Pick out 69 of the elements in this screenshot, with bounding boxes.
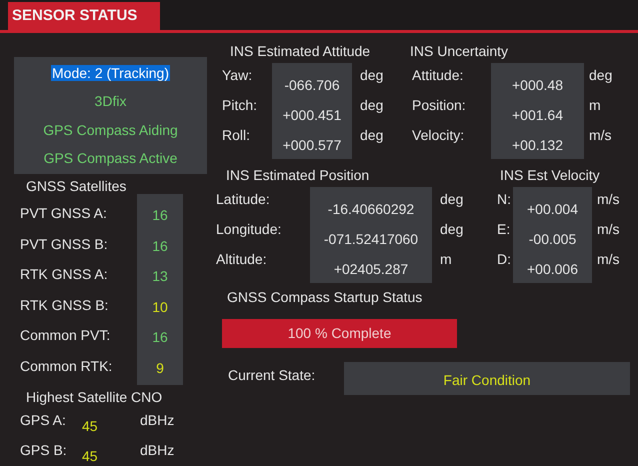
- unit-label: deg: [359, 126, 384, 145]
- field-label: Velocity:: [412, 126, 466, 145]
- section-title: GNSS Compass Startup Status: [226, 289, 424, 305]
- section-title: Highest Satellite CNO: [25, 388, 164, 405]
- field-label: PVT GNSS A:: [20, 204, 108, 223]
- field-label: Pitch:: [222, 96, 258, 115]
- field-label: Common PVT:: [20, 326, 112, 345]
- unit-label: m/s: [596, 220, 620, 239]
- value-text: 16: [151, 328, 169, 347]
- value-text: 13: [151, 267, 169, 286]
- unit-label: deg: [439, 220, 464, 239]
- value-text: -066.706: [283, 76, 341, 95]
- field-label: Latitude:: [216, 190, 271, 209]
- value-text: 45: [82, 447, 99, 465]
- field-label: PVT GNSS B:: [20, 234, 109, 254]
- field-label: D:: [497, 250, 512, 269]
- unit-label: deg: [588, 66, 612, 85]
- unit-label: m/s: [596, 190, 620, 209]
- section-title: INS Estimated Position: [225, 167, 370, 183]
- field-label: RTK GNSS A:: [20, 265, 109, 284]
- progress-status: 100 % Complete: [222, 319, 457, 348]
- status-text: GPS Compass Active: [44, 150, 178, 166]
- value-text: +001.64: [511, 106, 564, 125]
- field-label: Altitude:: [216, 250, 268, 269]
- field-label: Roll:: [222, 126, 252, 145]
- field-label: RTK GNSS B:: [20, 296, 110, 314]
- field-label: Common RTK:: [20, 356, 114, 376]
- value-text: -071.52417060: [322, 230, 420, 249]
- section-title: INS Uncertainty: [409, 43, 510, 59]
- field-label: N:: [497, 190, 512, 209]
- unit-label: m: [588, 96, 602, 115]
- value-text: -00.005: [528, 230, 578, 249]
- value-text: 16: [151, 206, 169, 225]
- unit-label: deg: [359, 66, 384, 85]
- field-label: Yaw:: [222, 66, 254, 85]
- unit-label: m/s: [596, 250, 620, 269]
- value-text: +00.006: [526, 260, 579, 279]
- unit-label: m: [439, 250, 453, 269]
- section-title: GNSS Satellites: [25, 177, 128, 194]
- value-text: 10: [151, 298, 169, 316]
- tab[interactable]: SENSOR STATUS: [8, 2, 160, 30]
- unit-label: deg: [439, 190, 464, 209]
- section-title: INS Estimated Attitude: [229, 43, 372, 59]
- field-label: Current State:: [227, 366, 316, 385]
- status-text: GPS Compass Aiding: [43, 122, 178, 138]
- value-text: +000.48: [511, 76, 564, 95]
- value-text: +02405.287: [332, 260, 410, 279]
- field-label: Longitude:: [216, 220, 282, 239]
- unit-label: dBHz: [140, 441, 174, 460]
- field-label: GPS B:: [20, 441, 68, 460]
- state-field: Fair Condition: [344, 362, 630, 395]
- value-text: +00.004: [526, 200, 579, 219]
- value-text: 16: [151, 236, 169, 256]
- value-text: +000.451: [282, 106, 342, 125]
- value-text: +00.132: [511, 136, 564, 155]
- status-text: 3Dfix: [94, 93, 126, 110]
- field-label: Attitude:: [412, 66, 464, 85]
- unit-label: dBHz: [140, 411, 174, 430]
- value-text: 45: [82, 417, 99, 435]
- field-label: E:: [497, 220, 512, 239]
- value-text: +000.577: [282, 136, 342, 155]
- unit-label: deg: [359, 96, 384, 115]
- field-label: GPS A:: [20, 411, 67, 430]
- value-text: 9: [155, 358, 165, 378]
- value-text: -16.40660292: [326, 200, 416, 219]
- unit-label: m/s: [588, 126, 612, 145]
- field-label: Position:: [412, 96, 467, 115]
- section-title: INS Est Velocity: [499, 167, 601, 183]
- mode-field[interactable]: Mode: 2 (Tracking): [51, 65, 170, 82]
